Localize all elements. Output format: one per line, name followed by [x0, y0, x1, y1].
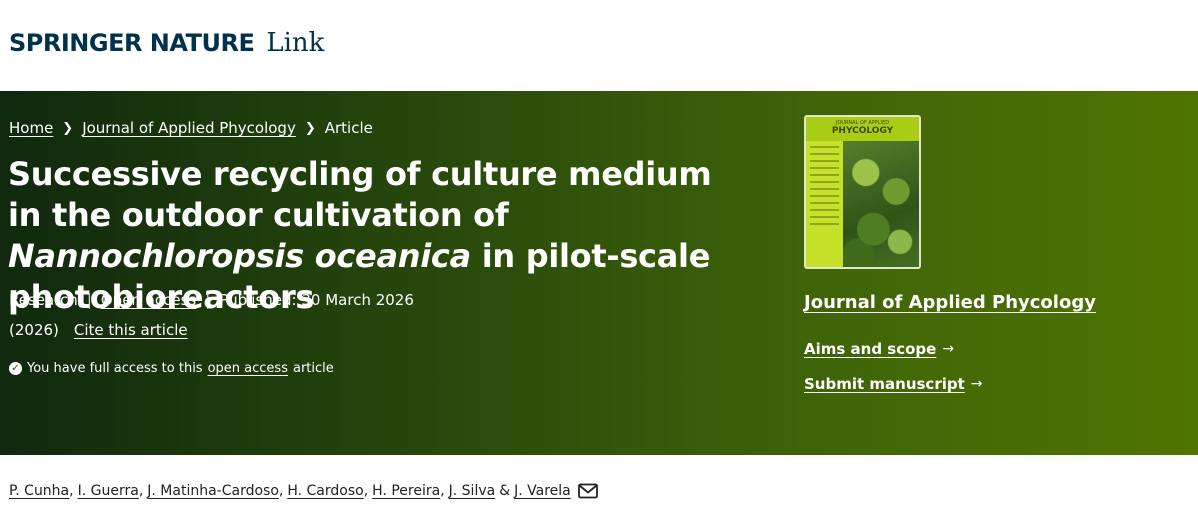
breadcrumb-home[interactable]: Home [9, 119, 53, 137]
brand-name: SPRINGER NATURE [9, 29, 255, 57]
article-meta: Research | Open access | Published: 30 M… [9, 291, 414, 309]
title-species-name: Nannochloropsis oceanica [8, 237, 471, 275]
author-link[interactable]: J. Varela [514, 483, 571, 499]
author-link[interactable]: P. Cunha [9, 483, 69, 499]
cover-contents-column [806, 141, 843, 267]
arrow-right-icon: → [970, 376, 983, 392]
mail-icon[interactable] [577, 483, 598, 499]
article-hero: Home ❯ Journal of Applied Phycology ❯ Ar… [0, 91, 1198, 455]
article-type: Research [9, 291, 78, 309]
author-link[interactable]: H. Pereira [372, 483, 440, 499]
chevron-right-icon: ❯ [304, 120, 316, 136]
article-meta-citation: (2026) Cite this article [9, 321, 188, 339]
author-link[interactable]: J. Matinha-Cardoso [147, 483, 279, 499]
author-conjunction: & [499, 483, 511, 499]
cover-photo [843, 141, 919, 267]
open-access-link[interactable]: Open access [101, 291, 196, 309]
site-header: SPRINGER NATURE Link [0, 0, 1198, 92]
cover-masthead: JOURNAL OF APPLIED PHYCOLOGY [806, 117, 919, 141]
cite-article-link[interactable]: Cite this article [74, 321, 188, 339]
access-notice: ✓ You have full access to this open acce… [9, 361, 334, 376]
author-link[interactable]: J. Silva [449, 483, 496, 499]
breadcrumb-current: Article [324, 119, 373, 137]
journal-title-link[interactable]: Journal of Applied Phycology [804, 292, 1096, 313]
article-year: (2026) [9, 321, 59, 339]
aims-and-scope-link[interactable]: Aims and scope → [804, 340, 954, 358]
title-text-1: Successive recycling of culture medium i… [8, 155, 712, 234]
springer-nature-link-logo[interactable]: SPRINGER NATURE Link [9, 28, 324, 58]
author-list: P. Cunha, I. Guerra, J. Matinha-Cardoso,… [9, 483, 598, 499]
aims-and-scope-label: Aims and scope [804, 340, 937, 358]
journal-cover-image[interactable]: JOURNAL OF APPLIED PHYCOLOGY [804, 115, 921, 269]
check-circle-icon: ✓ [9, 362, 22, 375]
access-text-prefix: You have full access to this [27, 361, 203, 376]
cover-masthead-big: PHYCOLOGY [831, 126, 894, 136]
cover-masthead-small: JOURNAL OF APPLIED [835, 120, 890, 126]
submit-manuscript-link[interactable]: Submit manuscript → [804, 375, 983, 393]
brand-link-word: Link [266, 28, 325, 58]
published-date: Published: 30 March 2026 [219, 291, 414, 309]
author-link[interactable]: I. Guerra [78, 483, 139, 499]
author-link[interactable]: H. Cardoso [287, 483, 363, 499]
chevron-right-icon: ❯ [62, 120, 74, 136]
arrow-right-icon: → [942, 341, 955, 357]
breadcrumb: Home ❯ Journal of Applied Phycology ❯ Ar… [9, 119, 373, 137]
meta-divider: | [205, 291, 211, 309]
access-text-suffix: article [292, 361, 334, 376]
submit-manuscript-label: Submit manuscript [804, 375, 965, 393]
meta-divider: | [86, 291, 92, 309]
access-open-access-link[interactable]: open access [208, 361, 288, 376]
breadcrumb-journal[interactable]: Journal of Applied Phycology [82, 119, 296, 137]
